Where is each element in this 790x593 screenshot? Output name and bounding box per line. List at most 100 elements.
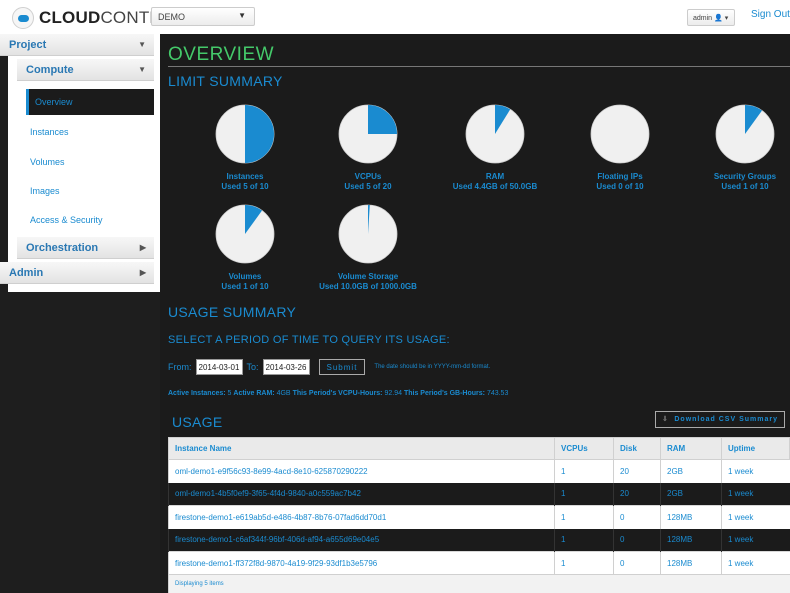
instance-name-link[interactable]: firestone-demo1-c6af344f-96bf-406d-af94-… xyxy=(168,528,555,552)
table-header-row: Instance Name VCPUs Disk RAM Uptime xyxy=(168,437,790,460)
date-format-hint: The date should be in YYYY-mm-dd format. xyxy=(374,364,491,370)
caret-down-icon: ▼ xyxy=(238,11,246,20)
disk-cell: 20 xyxy=(613,482,661,506)
pie-chart xyxy=(338,104,398,164)
sidebar-item-overview[interactable]: Overview xyxy=(26,89,154,115)
sidebar-item-volumes[interactable]: Volumes xyxy=(30,157,65,167)
page-title: OVERVIEW xyxy=(168,44,275,65)
limit-pie-security-groups: Security Groups Used 1 of 10 xyxy=(690,104,790,191)
caret-right-icon: ▶ xyxy=(139,243,146,252)
select-period-heading: SELECT A PERIOD OF TIME TO QUERY ITS USA… xyxy=(168,334,450,346)
stat-label: This Period's VCPU-Hours: xyxy=(292,390,383,397)
usage-summary-heading: USAGE SUMMARY xyxy=(168,304,297,320)
disk-cell: 0 xyxy=(613,528,661,552)
stat-label: This Period's GB-Hours: xyxy=(403,390,485,397)
caret-down-icon: ▼ xyxy=(138,40,146,49)
table-footer-row: Displaying 5 items xyxy=(168,574,790,593)
usage-stats: Active Instances: 5 Active RAM: 4GB This… xyxy=(168,390,508,397)
limit-pie-vcpus: VCPUs Used 5 of 20 xyxy=(313,104,423,191)
stat-label: Active Instances: xyxy=(168,390,226,397)
sidebar-section-project[interactable]: Project ▼ xyxy=(0,34,154,56)
ram-cell: 128MB xyxy=(660,505,722,529)
uptime-cell: 1 week xyxy=(721,505,790,529)
stat-value: 5 xyxy=(227,390,232,397)
vcpus-cell: 1 xyxy=(554,482,614,506)
sidebar-section-label: Admin xyxy=(9,267,44,279)
column-header[interactable]: Uptime xyxy=(721,437,790,460)
pie-chart xyxy=(590,104,650,164)
download-icon: ⇓ xyxy=(662,416,669,423)
sidebar-item-images[interactable]: Images xyxy=(30,186,60,196)
instance-name-link[interactable]: oml-demo1-e9f56c93-8e99-4acd-8e10-625870… xyxy=(168,459,555,483)
uptime-cell: 1 week xyxy=(721,459,790,483)
from-date-input[interactable] xyxy=(195,359,243,375)
sidebar-item-instances[interactable]: Instances xyxy=(30,127,69,137)
pie-chart xyxy=(215,204,275,264)
column-header[interactable]: Disk xyxy=(613,437,661,460)
limit-usage: Used 0 of 10 xyxy=(596,182,644,191)
sidebar-section-admin[interactable]: Admin ▶ xyxy=(0,262,154,284)
instance-name-link[interactable]: firestone-demo1-ff372f8d-9870-4a19-9f29-… xyxy=(168,551,555,575)
pie-chart xyxy=(465,104,525,164)
uptime-cell: 1 week xyxy=(721,551,790,575)
table-row: oml-demo1-4b5f0ef9-3f65-4f4d-9840-a0c559… xyxy=(168,482,790,506)
column-header[interactable]: RAM xyxy=(660,437,722,460)
disk-cell: 0 xyxy=(613,551,661,575)
submit-button[interactable]: Submit xyxy=(318,359,366,375)
disk-cell: 0 xyxy=(613,505,661,529)
caret-down-icon: ▼ xyxy=(138,65,146,74)
main-content: OVERVIEW LIMIT SUMMARY Instances Used 5 o… xyxy=(160,34,790,593)
top-bar: CLOUDCONTROL DEMO ▼ admin 👤 ▾ Sign Out xyxy=(0,0,790,34)
user-menu-button[interactable]: admin 👤 ▾ xyxy=(687,9,735,26)
limit-name: RAM xyxy=(485,172,505,181)
table-row: firestone-demo1-ff372f8d-9870-4a19-9f29-… xyxy=(168,551,790,575)
instance-name-link[interactable]: firestone-demo1-e619ab5d-e486-4b87-8b76-… xyxy=(168,505,555,529)
uptime-cell: 1 week xyxy=(721,482,790,506)
limit-summary-heading: LIMIT SUMMARY xyxy=(168,73,283,89)
column-header[interactable]: Instance Name xyxy=(168,437,555,460)
vcpus-cell: 1 xyxy=(554,505,614,529)
ram-cell: 2GB xyxy=(660,482,722,506)
project-select[interactable]: DEMO ▼ xyxy=(151,7,255,26)
sidebar-section-label: Orchestration xyxy=(26,242,99,254)
ram-cell: 128MB xyxy=(660,551,722,575)
to-date-input[interactable] xyxy=(262,359,310,375)
sidebar-section-compute[interactable]: Compute ▼ xyxy=(17,59,154,81)
vcpus-cell: 1 xyxy=(554,459,614,483)
column-header[interactable]: VCPUs xyxy=(554,437,614,460)
pie-chart xyxy=(215,104,275,164)
stat-label: Active RAM: xyxy=(233,390,275,397)
sidebar-item-access-security[interactable]: Access & Security xyxy=(30,215,103,225)
limit-usage: Used 4.4GB of 50.0GB xyxy=(452,182,538,191)
disk-cell: 20 xyxy=(613,459,661,483)
download-csv-button[interactable]: ⇓ Download CSV Summary xyxy=(655,411,785,428)
stat-value: 92.94 xyxy=(384,390,403,397)
sidebar-section-orchestration[interactable]: Orchestration ▶ xyxy=(17,237,154,259)
limit-name: Floating IPs xyxy=(597,172,643,181)
usage-table: Instance Name VCPUs Disk RAM Uptime oml-… xyxy=(168,437,790,593)
sidebar-section-label: Compute xyxy=(26,64,74,76)
limit-usage: Used 5 of 20 xyxy=(344,182,392,191)
limit-pie-volume-storage: Volume Storage Used 10.0GB of 1000.0GB xyxy=(313,204,423,291)
sidebar-section-label: Project xyxy=(9,39,47,51)
date-range-form: From: To: Submit The date should be in Y… xyxy=(168,358,490,376)
from-label: From: xyxy=(168,362,192,372)
sign-out-link[interactable]: Sign Out xyxy=(751,9,790,20)
instance-name-link[interactable]: oml-demo1-4b5f0ef9-3f65-4f4d-9840-a0c559… xyxy=(168,482,555,506)
table-row: firestone-demo1-c6af344f-96bf-406d-af94-… xyxy=(168,528,790,552)
stat-value: 4GB xyxy=(276,390,291,397)
pie-chart xyxy=(338,204,398,264)
usage-heading: USAGE xyxy=(172,414,223,430)
limit-usage: Used 5 of 10 xyxy=(221,182,269,191)
limit-name: Instances xyxy=(226,172,264,181)
pie-used-slice xyxy=(245,105,274,163)
limit-pie-volumes: Volumes Used 1 of 10 xyxy=(190,204,300,291)
pie-chart xyxy=(715,104,775,164)
stat-value: 743.53 xyxy=(486,390,509,397)
ram-cell: 2GB xyxy=(660,459,722,483)
limit-name: Volumes xyxy=(228,272,262,281)
item-count: Displaying 5 items xyxy=(168,574,790,593)
limit-pie-floating-ips: Floating IPs Used 0 of 10 xyxy=(565,104,675,191)
limit-usage: Used 10.0GB of 1000.0GB xyxy=(319,282,417,291)
caret-right-icon: ▶ xyxy=(139,268,146,277)
